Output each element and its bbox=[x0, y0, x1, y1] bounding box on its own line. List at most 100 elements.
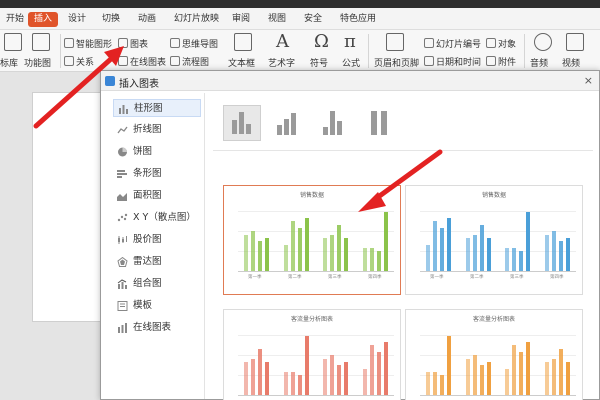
symbol-icon: Ω bbox=[314, 31, 329, 52]
preview-bar bbox=[344, 362, 348, 395]
tab-transition[interactable]: 切换 bbox=[96, 12, 126, 27]
preview-bar bbox=[526, 342, 530, 395]
chart-type-area[interactable]: 面积图 bbox=[113, 187, 201, 205]
tab-home[interactable]: 开始 bbox=[0, 12, 30, 27]
subtype-percent-column[interactable] bbox=[315, 105, 353, 141]
close-icon[interactable]: × bbox=[584, 74, 593, 87]
relation-icon bbox=[64, 56, 74, 66]
preview-bar bbox=[479, 365, 484, 395]
online-chart-icon bbox=[118, 56, 128, 66]
video-button[interactable]: 视频 bbox=[562, 58, 580, 70]
slide-number-label: 幻灯片编号 bbox=[436, 40, 482, 50]
chart-preview-4[interactable]: 客流量分析图表 bbox=[405, 309, 583, 400]
chart-type-line[interactable]: 折线图 bbox=[113, 121, 201, 139]
art-text-button[interactable]: 艺术字 bbox=[268, 58, 295, 70]
subtype-stacked-column[interactable] bbox=[269, 105, 307, 141]
library-button[interactable]: 标库 bbox=[0, 58, 18, 70]
preview-bar bbox=[519, 251, 523, 271]
speaker-icon bbox=[534, 33, 552, 51]
slide-number-button[interactable]: 幻灯片编号 bbox=[424, 38, 481, 51]
tab-slideshow[interactable]: 幻灯片放映 bbox=[168, 12, 225, 27]
chart-preview-1[interactable]: 销售数据 第一季 第二季 第三季 第四季 bbox=[223, 185, 401, 295]
chart-type-pie[interactable]: 饼图 bbox=[113, 143, 201, 161]
symbol-button[interactable]: 符号 bbox=[310, 58, 328, 70]
ribbon-tab-bar: 开始 插入 设计 切换 动画 幻灯片放映 审阅 视图 安全 特色应用 bbox=[0, 8, 600, 30]
chart-type-label: 模板 bbox=[133, 300, 153, 311]
tab-view[interactable]: 视图 bbox=[262, 12, 292, 27]
calendar-icon bbox=[424, 56, 434, 66]
preview-category-label: 第三季 bbox=[510, 275, 524, 280]
preview-bar bbox=[337, 365, 341, 395]
subtype-3d-column[interactable] bbox=[361, 105, 399, 141]
ribbon-divider bbox=[524, 34, 525, 68]
object-icon bbox=[486, 38, 496, 48]
tab-security[interactable]: 安全 bbox=[298, 12, 328, 27]
chart-preview-2[interactable]: 销售数据 第一季 第二季 第三季 第四季 bbox=[405, 185, 583, 295]
attachment-button[interactable]: 附件 bbox=[486, 56, 516, 69]
datetime-button[interactable]: 日期和时间 bbox=[424, 56, 481, 69]
online-chart-icon bbox=[118, 323, 127, 333]
preview-title: 销售数据 bbox=[481, 192, 506, 199]
preview-bar bbox=[558, 241, 563, 271]
chart-type-bar[interactable]: 条形图 bbox=[113, 165, 201, 183]
chart-type-radar[interactable]: 雷达图 bbox=[113, 253, 201, 271]
chart-type-combo[interactable]: 组合图 bbox=[113, 275, 201, 293]
tab-review[interactable]: 审阅 bbox=[226, 12, 256, 27]
mind-map-button[interactable]: 思维导图 bbox=[170, 38, 218, 51]
chart-type-template[interactable]: 模板 bbox=[113, 297, 201, 315]
chart-button[interactable]: 图表 bbox=[118, 38, 148, 51]
preview-category-label: 第二季 bbox=[470, 275, 484, 280]
smart-graphic-icon bbox=[64, 38, 74, 48]
preview-bar bbox=[512, 345, 516, 395]
line-chart-icon bbox=[117, 126, 128, 134]
tab-animation[interactable]: 动画 bbox=[132, 12, 162, 27]
tab-design[interactable]: 设计 bbox=[62, 12, 92, 27]
preview-category-axis: 第一季 第二季 第三季 第四季 bbox=[238, 274, 394, 280]
preview-plot-area bbox=[420, 202, 576, 272]
chart-type-label: 条形图 bbox=[133, 168, 162, 179]
preview-bar bbox=[323, 238, 327, 271]
chart-preview-3[interactable]: 客流量分析图表 bbox=[223, 309, 401, 400]
preview-bar bbox=[505, 369, 509, 395]
object-button[interactable]: 对象 bbox=[486, 38, 516, 51]
preview-category-label: 第一季 bbox=[248, 275, 262, 280]
audio-button[interactable]: 音频 bbox=[530, 58, 548, 70]
textbox-button[interactable]: 文本框 bbox=[228, 58, 255, 70]
formula-button[interactable]: 公式 bbox=[342, 58, 360, 70]
preview-bar bbox=[265, 238, 269, 271]
flowchart-button[interactable]: 流程图 bbox=[170, 56, 209, 69]
library-icon bbox=[4, 33, 22, 51]
preview-bar bbox=[283, 245, 288, 271]
chart-type-scatter[interactable]: X Y（散点图） bbox=[113, 209, 201, 227]
chart-type-column[interactable]: 柱形图 bbox=[113, 99, 201, 117]
header-footer-button[interactable]: 页眉和页脚 bbox=[374, 58, 419, 70]
chart-type-label: 股价图 bbox=[133, 234, 162, 245]
relation-button[interactable]: 关系 bbox=[64, 56, 94, 69]
function-chart-button[interactable]: 功能图 bbox=[24, 58, 51, 70]
subtype-clustered-column[interactable] bbox=[223, 105, 261, 141]
dialog-title: 插入图表 bbox=[119, 79, 159, 90]
preview-bar bbox=[472, 355, 477, 395]
online-chart-button[interactable]: 在线图表 bbox=[118, 56, 166, 69]
preview-plot-area bbox=[238, 326, 394, 396]
scatter-chart-icon bbox=[117, 213, 128, 222]
preview-title: 客流量分析图表 bbox=[290, 316, 333, 323]
tab-special[interactable]: 特色应用 bbox=[334, 12, 382, 27]
preview-bar bbox=[251, 359, 255, 395]
preview-bar bbox=[544, 235, 549, 271]
preview-bar bbox=[479, 225, 484, 271]
preview-bar bbox=[244, 235, 248, 271]
textbox-icon bbox=[234, 33, 252, 51]
smart-graphic-button[interactable]: 智能图形 bbox=[64, 38, 112, 51]
tab-insert[interactable]: 插入 bbox=[28, 12, 59, 27]
template-icon bbox=[117, 301, 128, 311]
chart-type-stock[interactable]: 股价图 bbox=[113, 231, 201, 249]
preview-plot-area bbox=[238, 202, 394, 272]
preview-bar bbox=[465, 359, 470, 395]
chart-type-label: 饼图 bbox=[133, 146, 153, 157]
flowchart-label: 流程图 bbox=[182, 58, 210, 68]
preview-bar bbox=[258, 349, 262, 395]
stock-chart-icon bbox=[118, 236, 127, 244]
chart-type-online[interactable]: 在线图表 bbox=[113, 319, 201, 337]
preview-bar bbox=[304, 336, 309, 395]
